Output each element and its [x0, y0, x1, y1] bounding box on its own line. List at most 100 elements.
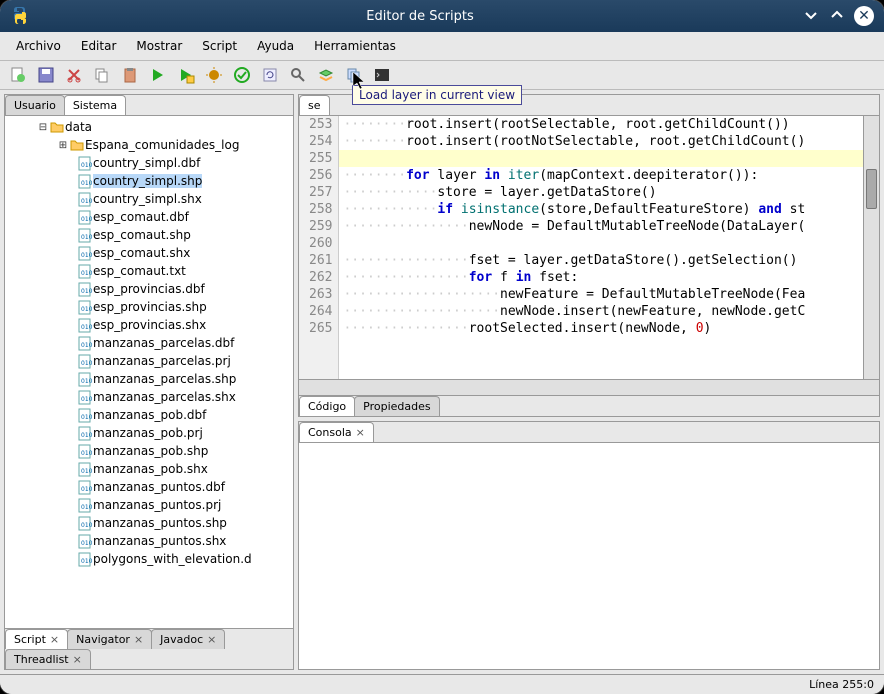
tree-file[interactable]: 010country_simpl.shx [7, 190, 291, 208]
tab-script[interactable]: Script × [5, 629, 68, 649]
tree-file[interactable]: 010esp_comaut.txt [7, 262, 291, 280]
close-icon[interactable]: × [73, 653, 82, 666]
new-button[interactable] [8, 65, 28, 85]
menu-script[interactable]: Script [194, 36, 245, 56]
tab-sistema[interactable]: Sistema [64, 95, 126, 115]
tree-file[interactable]: 010manzanas_puntos.dbf [7, 478, 291, 496]
console-box: Consola × [298, 421, 880, 670]
tree-file[interactable]: 010manzanas_parcelas.prj [7, 352, 291, 370]
tree-file[interactable]: 010manzanas_puntos.shp [7, 514, 291, 532]
paste-button[interactable] [120, 65, 140, 85]
svg-text:010: 010 [81, 414, 93, 421]
close-icon[interactable]: × [356, 426, 365, 439]
copy-layer-button[interactable] [344, 65, 364, 85]
main-body: Usuario Sistema ⊟data⊞Espana_comunidades… [0, 90, 884, 674]
refresh-button[interactable] [260, 65, 280, 85]
app-window: Editor de Scripts ✕ Archivo Editar Mostr… [0, 0, 884, 694]
tree-folder[interactable]: ⊟data [7, 118, 291, 136]
console-output[interactable] [299, 443, 879, 669]
tree-file[interactable]: 010manzanas_parcelas.shx [7, 388, 291, 406]
tree-file[interactable]: 010manzanas_parcelas.dbf [7, 334, 291, 352]
svg-text:010: 010 [81, 288, 93, 295]
close-icon[interactable]: × [207, 633, 216, 646]
svg-text:010: 010 [81, 504, 93, 511]
tab-propiedades[interactable]: Propiedades [354, 396, 439, 416]
tab-threadlist[interactable]: Threadlist × [5, 649, 91, 669]
code-lines[interactable]: ········root.insert(rootSelectable, root… [339, 116, 863, 379]
menu-herramientas[interactable]: Herramientas [306, 36, 404, 56]
tree-file[interactable]: 010manzanas_parcelas.shp [7, 370, 291, 388]
close-icon[interactable]: × [134, 633, 143, 646]
svg-text:010: 010 [81, 450, 93, 457]
svg-text:010: 010 [81, 522, 93, 529]
menu-archivo[interactable]: Archivo [8, 36, 69, 56]
editor-sub-tabs: Código Propiedades [299, 395, 879, 416]
tree-file[interactable]: 010manzanas_pob.shp [7, 442, 291, 460]
svg-text:010: 010 [81, 468, 93, 475]
tree-file[interactable]: 010manzanas_puntos.prj [7, 496, 291, 514]
svg-text:010: 010 [81, 198, 93, 205]
close-button[interactable]: ✕ [854, 6, 874, 26]
debug-button[interactable] [204, 65, 224, 85]
tree-file[interactable]: 010esp_comaut.shp [7, 226, 291, 244]
run-button[interactable] [148, 65, 168, 85]
statusbar: Línea 255:0 [0, 674, 884, 694]
load-layer-button[interactable] [316, 65, 336, 85]
run-selection-button[interactable] [176, 65, 196, 85]
svg-text:010: 010 [81, 540, 93, 547]
code-area[interactable]: 253254255256257258259260261262263264265 … [299, 116, 879, 379]
menubar: Archivo Editar Mostrar Script Ayuda Herr… [0, 32, 884, 61]
tree-file[interactable]: 010country_simpl.shp [7, 172, 291, 190]
tooltip: Load layer in current view [352, 85, 522, 105]
editor-tab[interactable]: se [299, 95, 330, 115]
tree-file[interactable]: 010polygons_with_elevation.d [7, 550, 291, 568]
menu-mostrar[interactable]: Mostrar [128, 36, 190, 56]
svg-text:010: 010 [81, 396, 93, 403]
tree-file[interactable]: 010esp_comaut.shx [7, 244, 291, 262]
tree-file[interactable]: 010manzanas_pob.prj [7, 424, 291, 442]
left-panel: Usuario Sistema ⊟data⊞Espana_comunidades… [4, 94, 294, 670]
minimize-button[interactable] [802, 6, 820, 24]
right-panel: se 2532542552562572582592602612622632642… [298, 94, 880, 670]
cut-button[interactable] [64, 65, 84, 85]
tree-file[interactable]: 010manzanas_puntos.shx [7, 532, 291, 550]
editor-box: se 2532542552562572582592602612622632642… [298, 94, 880, 417]
console-button[interactable] [372, 65, 392, 85]
toolbar: Load layer in current view [0, 61, 884, 90]
check-button[interactable] [232, 65, 252, 85]
tree-file[interactable]: 010esp_provincias.shx [7, 316, 291, 334]
tree-file[interactable]: 010esp_comaut.dbf [7, 208, 291, 226]
file-tree[interactable]: ⊟data⊞Espana_comunidades_log010country_s… [5, 116, 293, 628]
svg-text:010: 010 [81, 216, 93, 223]
left-bottom-tabs: Script × Navigator × Javadoc × Threadlis… [5, 628, 293, 669]
console-tabs: Consola × [299, 422, 879, 443]
save-button[interactable] [36, 65, 56, 85]
vertical-scrollbar[interactable] [863, 116, 879, 379]
tree-folder[interactable]: ⊞Espana_comunidades_log [7, 136, 291, 154]
svg-text:010: 010 [81, 162, 93, 169]
menu-editar[interactable]: Editar [73, 36, 125, 56]
horizontal-scrollbar[interactable] [299, 379, 879, 395]
tab-codigo[interactable]: Código [299, 396, 355, 416]
svg-text:010: 010 [81, 378, 93, 385]
tab-usuario[interactable]: Usuario [5, 95, 65, 115]
close-icon[interactable]: × [50, 633, 59, 646]
tree-file[interactable]: 010manzanas_pob.dbf [7, 406, 291, 424]
svg-text:010: 010 [81, 558, 93, 565]
tree-file[interactable]: 010country_simpl.dbf [7, 154, 291, 172]
cursor-position: Línea 255:0 [809, 678, 874, 691]
menu-ayuda[interactable]: Ayuda [249, 36, 302, 56]
copy-button[interactable] [92, 65, 112, 85]
tree-file[interactable]: 010esp_provincias.shp [7, 298, 291, 316]
tab-javadoc[interactable]: Javadoc × [151, 629, 225, 649]
svg-text:010: 010 [81, 270, 93, 277]
scrollbar-thumb[interactable] [866, 169, 877, 209]
tab-navigator[interactable]: Navigator × [67, 629, 152, 649]
tree-file[interactable]: 010manzanas_pob.shx [7, 460, 291, 478]
tree-file[interactable]: 010esp_provincias.dbf [7, 280, 291, 298]
tab-consola[interactable]: Consola × [299, 422, 374, 442]
search-button[interactable] [288, 65, 308, 85]
maximize-button[interactable] [828, 6, 846, 24]
titlebar: Editor de Scripts ✕ [0, 0, 884, 32]
python-icon [10, 6, 30, 26]
